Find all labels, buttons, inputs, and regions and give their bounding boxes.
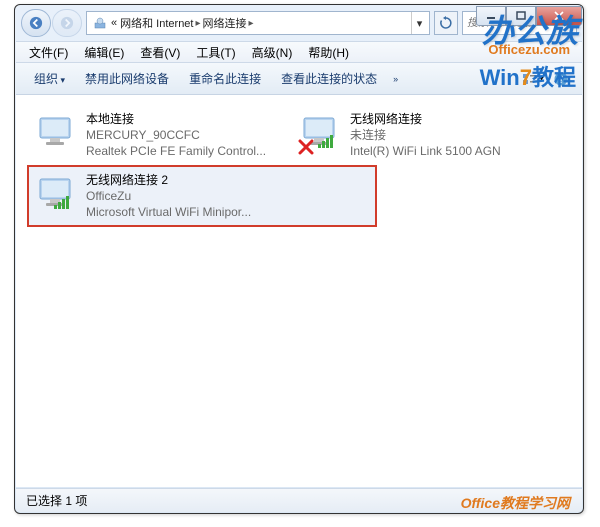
connection-device: Microsoft Virtual WiFi Minipor... [86, 204, 251, 220]
explorer-window: « 网络和 Internet ▸ 网络连接 ▸ ▾ 文件(F) 编辑(E) 查看… [14, 4, 584, 514]
command-bar: 组织 禁用此网络设备 重命名此连接 查看此连接的状态 » ▾ ? [16, 63, 582, 95]
forward-button[interactable] [52, 9, 82, 37]
menu-bar: 文件(F) 编辑(E) 查看(V) 工具(T) 高级(N) 帮助(H) [16, 41, 582, 63]
view-options-button[interactable]: ▾ [520, 67, 546, 91]
ethernet-adapter-icon [32, 111, 80, 153]
breadcrumb-seg-2[interactable]: 网络连接 [203, 15, 247, 31]
window-controls [476, 6, 582, 26]
chevron-right-icon[interactable]: ▸ [195, 18, 200, 29]
connection-item[interactable]: 无线网络连接 2OfficeZuMicrosoft Virtual WiFi M… [28, 166, 376, 227]
close-button[interactable] [536, 6, 582, 26]
wifi-adapter-icon [32, 172, 80, 214]
connection-name: 无线网络连接 [350, 111, 501, 127]
menu-advanced[interactable]: 高级(N) [245, 42, 300, 63]
connection-network: OfficeZu [86, 188, 251, 204]
menu-tools[interactable]: 工具(T) [189, 42, 242, 63]
help-button[interactable]: ? [548, 67, 574, 91]
maximize-button[interactable] [506, 6, 536, 26]
connection-item[interactable]: 无线网络连接未连接Intel(R) WiFi Link 5100 AGN [292, 105, 556, 166]
address-dropdown[interactable]: ▾ [411, 12, 427, 34]
connection-text: 无线网络连接未连接Intel(R) WiFi Link 5100 AGN [350, 111, 501, 160]
connection-text: 无线网络连接 2OfficeZuMicrosoft Virtual WiFi M… [86, 172, 251, 221]
breadcrumb-seg-1[interactable]: 网络和 Internet [120, 15, 193, 31]
nav-buttons [21, 9, 82, 37]
signal-bars-icon [54, 195, 72, 214]
menu-edit[interactable]: 编辑(E) [77, 42, 131, 63]
address-bar[interactable]: « 网络和 Internet ▸ 网络连接 ▸ ▾ [86, 11, 430, 35]
status-text: 已选择 1 项 [26, 492, 87, 509]
connection-text: 本地连接MERCURY_90CCFCRealtek PCIe FE Family… [86, 111, 266, 160]
connection-network: MERCURY_90CCFC [86, 127, 266, 143]
menu-file[interactable]: 文件(F) [22, 42, 75, 63]
chevron-right-icon[interactable]: ▸ [249, 18, 254, 29]
rename-connection-button[interactable]: 重命名此连接 [179, 67, 271, 90]
back-button[interactable] [21, 9, 51, 37]
view-status-button[interactable]: 查看此连接的状态 [271, 67, 387, 90]
connection-name: 本地连接 [86, 111, 266, 127]
status-bar: 已选择 1 项 [16, 488, 582, 512]
refresh-button[interactable] [434, 11, 458, 35]
minimize-button[interactable] [476, 6, 506, 26]
disable-device-button[interactable]: 禁用此网络设备 [75, 67, 179, 90]
menu-help[interactable]: 帮助(H) [301, 42, 356, 63]
breadcrumb-prefix: « [111, 17, 117, 29]
connection-item[interactable]: 本地连接MERCURY_90CCFCRealtek PCIe FE Family… [28, 105, 292, 166]
connection-device: Intel(R) WiFi Link 5100 AGN [350, 143, 501, 159]
connection-name: 无线网络连接 2 [86, 172, 251, 188]
location-icon [92, 15, 108, 31]
wifi-adapter-icon [296, 111, 344, 153]
connection-network: 未连接 [350, 127, 501, 143]
organize-menu[interactable]: 组织 [24, 67, 75, 90]
menu-view[interactable]: 查看(V) [133, 42, 187, 63]
signal-bars-icon [318, 134, 336, 153]
connection-device: Realtek PCIe FE Family Control... [86, 143, 266, 159]
error-x-icon [298, 139, 314, 155]
svg-text:?: ? [558, 75, 564, 86]
overflow-chevron-icon[interactable]: » [393, 74, 398, 84]
connections-list: 本地连接MERCURY_90CCFCRealtek PCIe FE Family… [16, 95, 582, 487]
